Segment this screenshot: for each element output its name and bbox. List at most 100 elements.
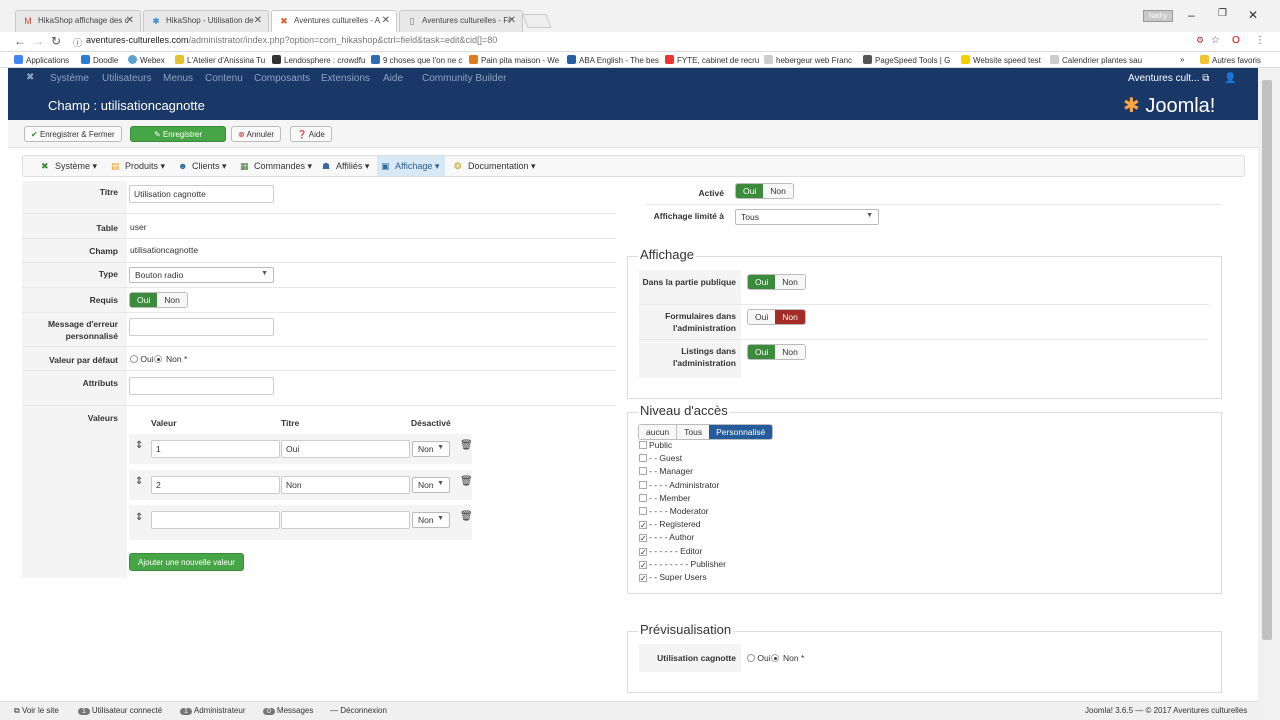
menu-item[interactable]: Système (50, 73, 89, 84)
public-toggle[interactable]: Oui Non (747, 274, 806, 290)
valeur-input[interactable] (151, 511, 280, 529)
active-toggle[interactable]: Oui Non (735, 183, 794, 199)
menu-item[interactable]: Community Builder (422, 73, 506, 84)
menu-item[interactable]: Utilisateurs (102, 73, 151, 84)
close-icon[interactable]: ✕ (508, 15, 516, 26)
hikashop-menu-affichage[interactable]: ▣ Affichage ▾ (377, 156, 446, 176)
minimize-icon[interactable]: – (1188, 8, 1195, 22)
bookmark[interactable]: Website speed test (961, 55, 1041, 65)
requis-toggle[interactable]: Oui Non (129, 292, 188, 308)
save-button[interactable]: ✎ Enregistrer (130, 126, 226, 142)
hikashop-menu-systeme[interactable]: ✖ Système ▾ (37, 156, 103, 176)
joomla-icon[interactable]: ✖ (26, 72, 34, 83)
scrollbar-thumb[interactable] (1262, 80, 1272, 640)
checkbox[interactable] (639, 467, 647, 476)
type-select[interactable]: Bouton radio ▼ (129, 267, 274, 283)
hikashop-menu-commandes[interactable]: ▦ Commandes ▾ (236, 156, 318, 176)
defaut-radio-group[interactable]: Oui Non * (130, 354, 187, 364)
bookmark[interactable]: Lendosphere : crowdfu (272, 55, 365, 65)
valeur-input[interactable]: 1 (151, 440, 280, 458)
add-value-button[interactable]: Ajouter une nouvelle valeur (129, 553, 244, 571)
access-group-item[interactable]: ✓ - - - - - - Editor (639, 546, 702, 556)
access-group-item[interactable]: - - Manager (639, 466, 693, 476)
valeur-input[interactable]: 2 (151, 476, 280, 494)
bookmark[interactable]: ABA English - The bes (567, 55, 659, 65)
desactive-select[interactable]: Non ▼ (412, 441, 450, 457)
access-group-item[interactable]: Public (639, 440, 672, 450)
opera-icon[interactable]: O (1232, 35, 1240, 46)
star-icon[interactable]: ☆ (1211, 35, 1220, 46)
checkbox-checked[interactable]: ✓ (639, 534, 647, 543)
bookmark[interactable]: 9 choses que l'on ne c (371, 55, 462, 65)
menu-item[interactable]: Composants (254, 73, 310, 84)
access-tabs[interactable]: aucun Tous Personnalisé (638, 424, 774, 440)
titre-value-input[interactable]: Non (281, 476, 410, 494)
bookmark[interactable]: Applications (14, 55, 69, 65)
bookmark[interactable]: Pain pita maison - We (469, 55, 559, 65)
close-window-icon[interactable]: ✕ (1248, 8, 1258, 22)
save-close-button[interactable]: ✔ Enregistrer & Fermer (24, 126, 122, 142)
radio-non[interactable] (153, 355, 162, 363)
profile-badge[interactable]: Nathy (1143, 10, 1173, 22)
bookmark[interactable]: Doodle (81, 55, 118, 65)
bookmark[interactable]: L'Atelier d'Anissina Tu (175, 55, 265, 65)
access-group-item[interactable]: ✓ - - - - - - - - Publisher (639, 559, 726, 569)
access-group-item[interactable]: ✓ - - - - Author (639, 532, 694, 543)
checkbox[interactable] (639, 441, 647, 449)
bookmark[interactable]: Webex (128, 55, 165, 65)
checkbox[interactable] (639, 454, 647, 463)
message-input[interactable] (129, 318, 274, 336)
back-icon[interactable]: ← (14, 34, 26, 48)
hikashop-menu-affilies[interactable]: ☗ Affiliés ▾ (318, 156, 375, 176)
view-site-link[interactable]: ⧉ Voir le site (14, 706, 59, 716)
info-icon[interactable]: ⓘ (73, 36, 82, 49)
site-link[interactable]: Aventures cult... ⧉ (1128, 73, 1209, 84)
browser-tab[interactable]: M HikaShop affichage des c ✕ (15, 10, 141, 32)
desactive-select[interactable]: Non ▼ (412, 477, 450, 493)
admins-count[interactable]: 1 Administrateur (180, 706, 245, 715)
url-field[interactable]: aventures-culturelles.com/administrator/… (86, 35, 497, 45)
trash-icon[interactable]: 🗑 (460, 440, 473, 451)
close-icon[interactable]: ✕ (382, 15, 390, 26)
forward-icon[interactable]: → (32, 34, 44, 48)
bookmark[interactable]: hebergeur web Franc (764, 55, 852, 65)
close-icon[interactable]: ✕ (126, 15, 134, 26)
bookmark[interactable]: Calendrier plantes sau (1050, 55, 1142, 65)
checkbox-checked[interactable]: ✓ (639, 560, 647, 569)
trash-icon[interactable]: 🗑 (460, 476, 473, 487)
desactive-select[interactable]: Non ▼ (412, 512, 450, 528)
radio-oui[interactable] (747, 654, 755, 662)
users-count[interactable]: 1 Utilisateur connecté (78, 706, 162, 715)
checkbox-checked[interactable]: ✓ (639, 574, 647, 583)
access-group-item[interactable]: ✓ - - Registered (639, 519, 701, 530)
hikashop-menu-produits[interactable]: ▤ Produits ▾ (107, 156, 171, 176)
access-group-item[interactable]: - - Guest (639, 453, 682, 463)
other-bookmarks[interactable]: Autres favoris (1200, 55, 1261, 65)
checkbox-checked[interactable]: ✓ (639, 547, 647, 556)
preview-radio-group[interactable]: Oui Non * (747, 653, 804, 663)
titre-input[interactable]: Utilisation cagnotte (129, 185, 274, 203)
help-button[interactable]: ❓ Aide (290, 126, 332, 142)
reload-icon[interactable]: ↻ (51, 34, 61, 48)
drag-handle-icon[interactable]: ⇕ (135, 440, 143, 451)
titre-value-input[interactable] (281, 511, 410, 529)
scrollbar[interactable] (1258, 68, 1280, 720)
checkbox[interactable] (639, 507, 647, 515)
attributs-input[interactable] (129, 377, 274, 395)
logout-link[interactable]: — Déconnexion (330, 706, 387, 715)
drag-handle-icon[interactable]: ⇕ (135, 476, 143, 487)
access-group-item[interactable]: - - - - Administrator (639, 480, 719, 490)
hikashop-menu-clients[interactable]: ☻ Clients ▾ (174, 156, 233, 176)
limit-select[interactable]: Tous ▼ (735, 209, 879, 225)
browser-tab[interactable]: ✱ HikaShop - Utilisation de ✕ (143, 10, 269, 32)
user-icon[interactable]: 👤 (1224, 73, 1236, 84)
cancel-button[interactable]: ⊗ Annuler (231, 126, 282, 142)
menu-item[interactable]: Menus (163, 73, 193, 84)
close-icon[interactable]: ✕ (254, 15, 262, 26)
access-group-item[interactable]: ✓ - - Super Users (639, 572, 707, 583)
browser-tab-active[interactable]: ✖ Aventures culturelles - A ✕ (271, 10, 397, 32)
bookmark[interactable]: PageSpeed Tools | G (863, 55, 950, 65)
browser-tab[interactable]: ▯ Aventures culturelles - Fr ✕ (399, 10, 523, 32)
checkbox[interactable] (639, 493, 647, 502)
hikashop-menu-documentation[interactable]: ❂ Documentation ▾ (450, 156, 542, 176)
